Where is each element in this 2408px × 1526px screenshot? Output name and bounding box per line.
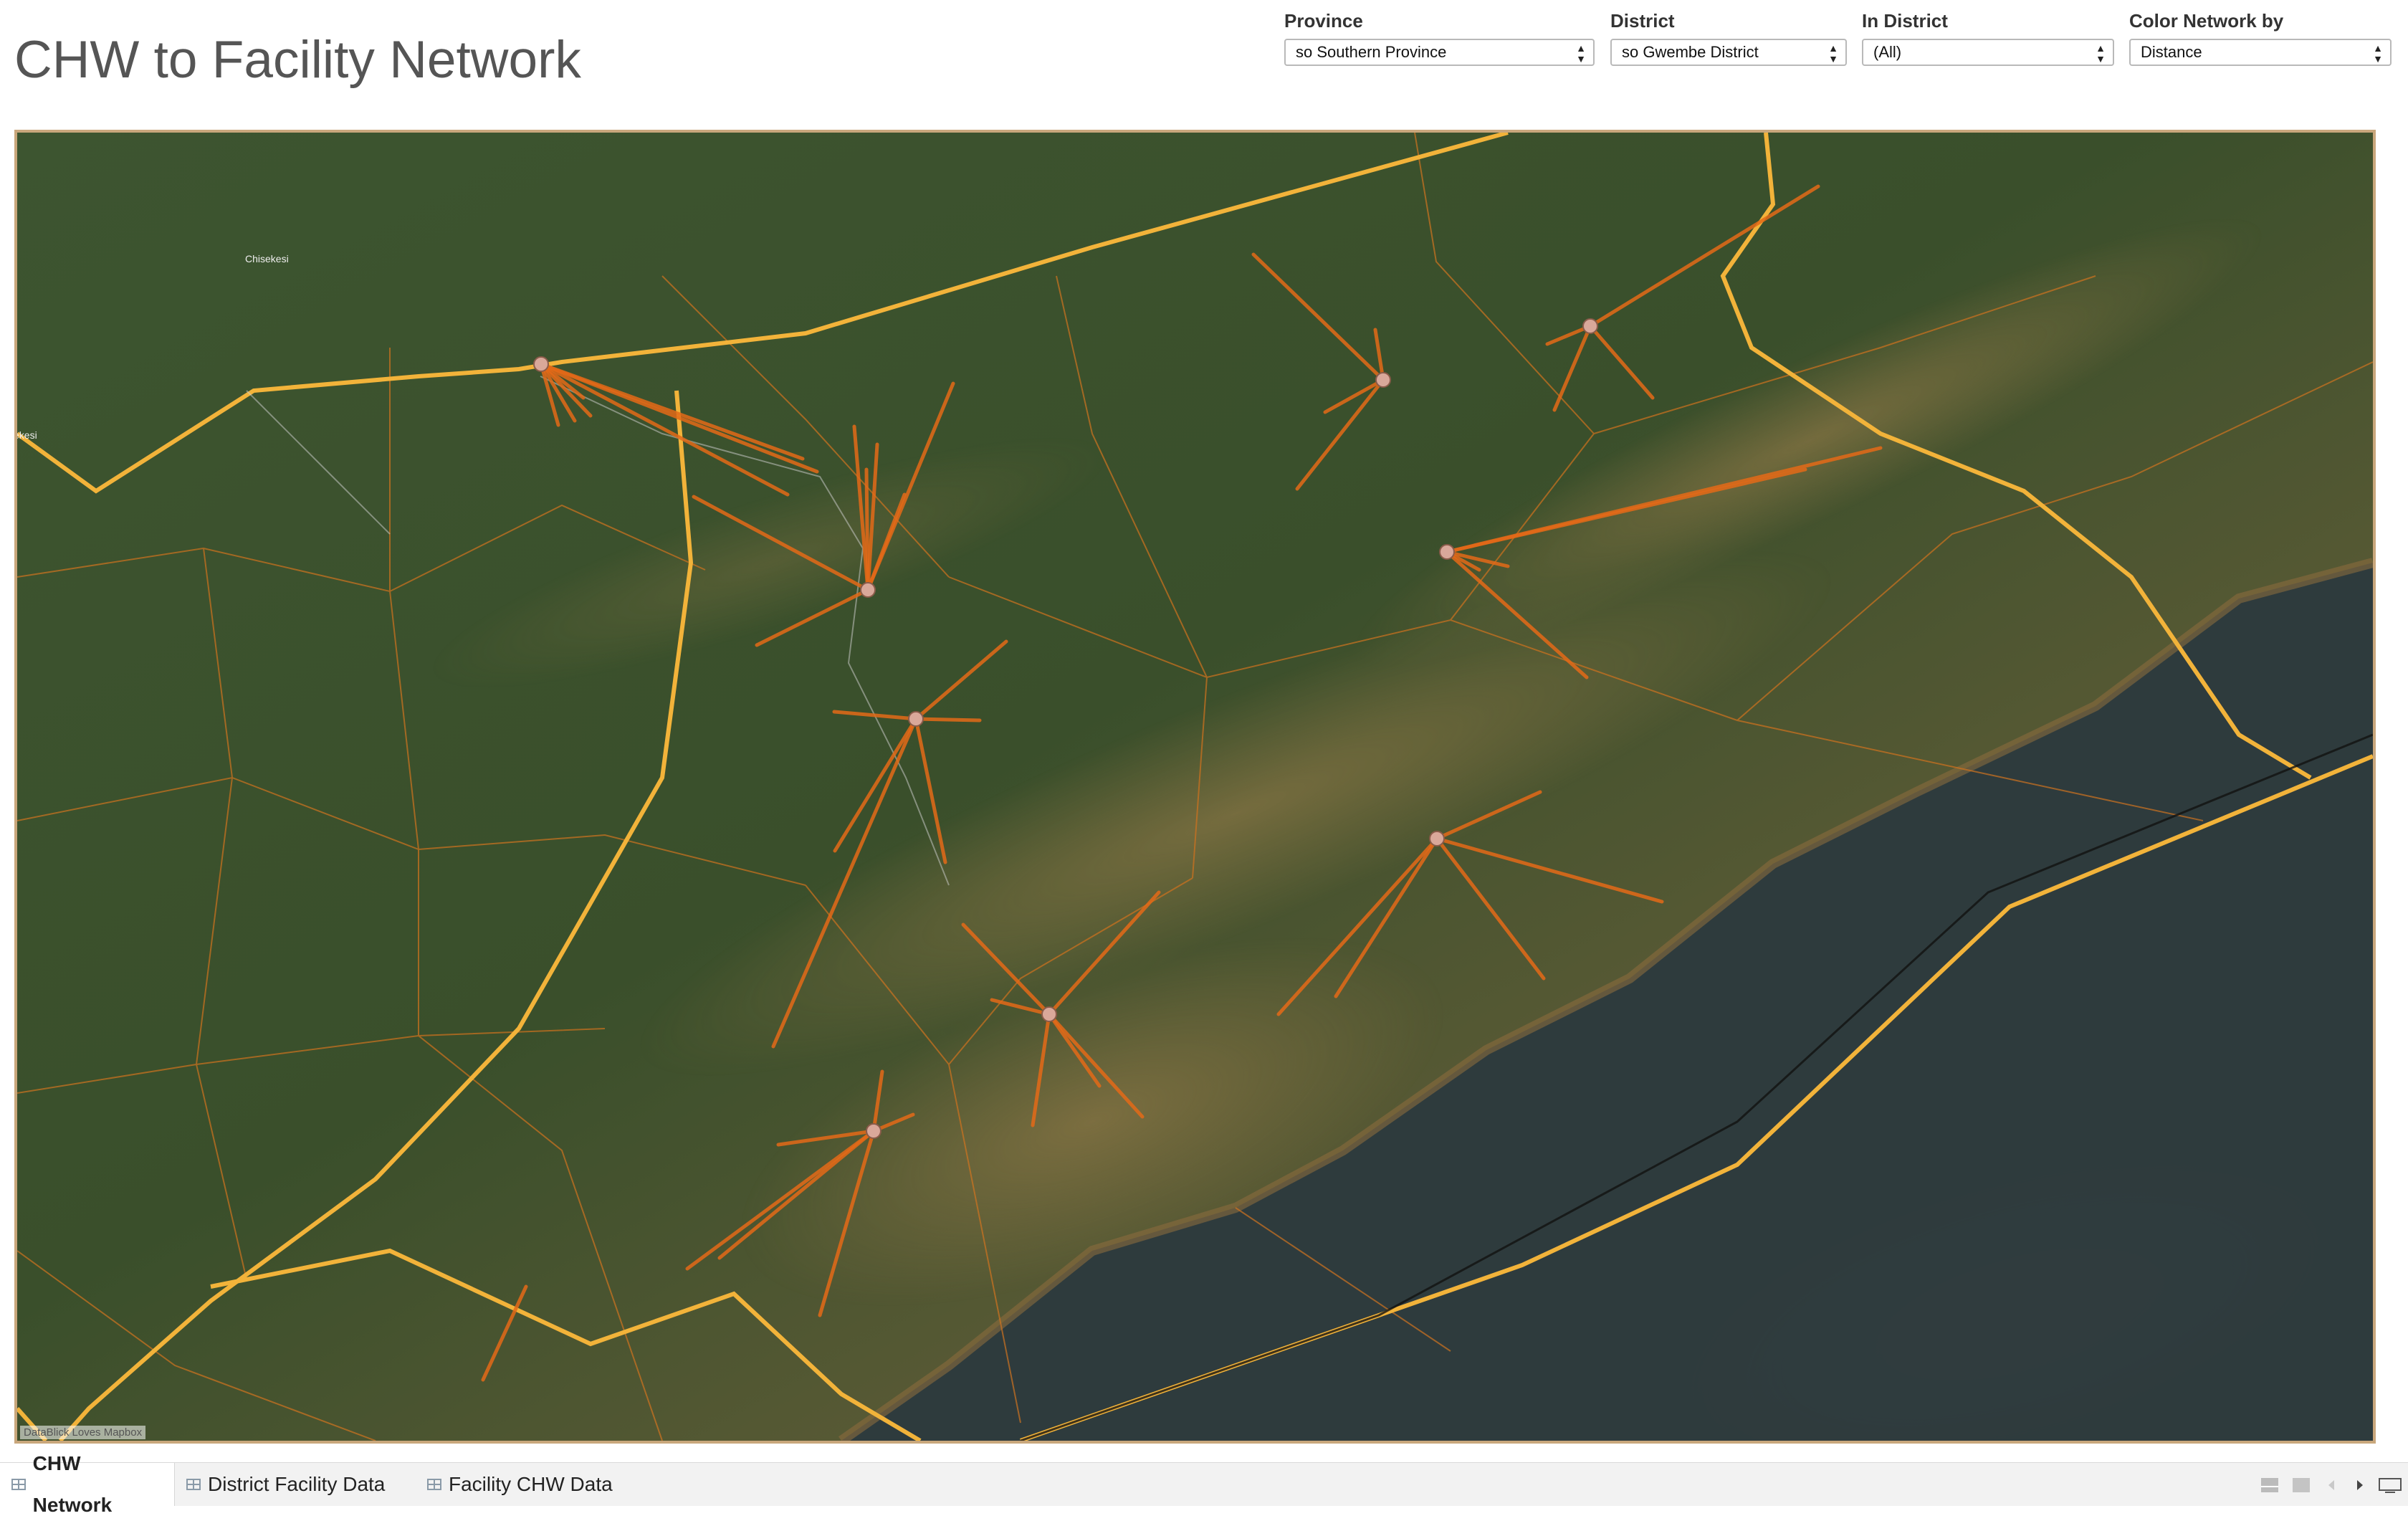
in-district-select[interactable]: (All) ▲ ▼ [1862, 39, 2114, 66]
province-select-value: so Southern Province [1296, 43, 1447, 61]
sheet-icon [427, 1479, 441, 1490]
facility-node[interactable] [533, 356, 549, 372]
chw-link-line[interactable] [914, 717, 982, 723]
district-select-value: so Gwembe District [1622, 43, 1759, 61]
chevron-updown-icon: ▲ ▼ [2373, 42, 2383, 65]
province-select[interactable]: so Southern Province ▲ ▼ [1284, 39, 1595, 66]
facility-node[interactable] [1041, 1006, 1057, 1022]
map-canvas[interactable]: Chisekesi ekesi [17, 133, 2373, 1441]
tab-facility-chw-data-label: Facility CHW Data [449, 1473, 613, 1495]
filter-in-district: In District (All) ▲ ▼ [1862, 9, 2114, 66]
tab-chw-network[interactable]: CHW Network [0, 1452, 175, 1516]
filter-province: Province so Southern Province ▲ ▼ [1284, 9, 1595, 66]
filter-district: District so Gwembe District ▲ ▼ [1610, 9, 1847, 66]
facility-node[interactable] [1582, 318, 1598, 334]
map-attribution[interactable]: DataBlick Loves Mapbox [20, 1426, 146, 1439]
facility-node[interactable] [1375, 372, 1391, 388]
prev-icon[interactable] [2322, 1477, 2341, 1493]
chevron-updown-icon: ▲ ▼ [1828, 42, 1838, 65]
network-map[interactable]: Chisekesi ekesi DataBlick Loves Mapbox [14, 130, 2376, 1444]
in-district-select-value: (All) [1873, 43, 1902, 61]
next-icon[interactable] [2351, 1477, 2369, 1493]
sheet-icon [186, 1479, 201, 1490]
page-title: CHW to Facility Network [14, 31, 581, 89]
filter-color-network-label: Color Network by [2129, 10, 2284, 32]
present-icon[interactable] [2378, 1477, 2402, 1493]
sheet-icon [11, 1479, 26, 1490]
place-label-chisekesi: Chisekesi [245, 253, 289, 264]
tab-chw-network-label: CHW Network [32, 1452, 113, 1516]
tab-district-facility-data[interactable]: District Facility Data [175, 1463, 416, 1506]
facility-node[interactable] [908, 711, 924, 727]
filter-province-label: Province [1284, 10, 1363, 32]
layout-icon[interactable] [2260, 1477, 2279, 1493]
facility-node[interactable] [1429, 831, 1445, 847]
tab-district-facility-data-label: District Facility Data [208, 1473, 386, 1495]
fit-icon[interactable] [2292, 1477, 2311, 1493]
filter-color-network: Color Network by Distance ▲ ▼ [2129, 9, 2392, 66]
color-network-select[interactable]: Distance ▲ ▼ [2129, 39, 2392, 66]
facility-node[interactable] [860, 582, 876, 598]
chevron-updown-icon: ▲ ▼ [2096, 42, 2106, 65]
facility-node[interactable] [866, 1123, 882, 1139]
sheet-tab-bar: CHW Network District Facility Data Facil… [0, 1452, 2408, 1516]
filter-district-label: District [1610, 10, 1675, 32]
district-select[interactable]: so Gwembe District ▲ ▼ [1610, 39, 1847, 66]
filter-in-district-label: In District [1862, 10, 1948, 32]
color-network-select-value: Distance [2141, 43, 2202, 61]
chevron-updown-icon: ▲ ▼ [1576, 42, 1586, 65]
facility-node[interactable] [1439, 544, 1455, 560]
tab-facility-chw-data[interactable]: Facility CHW Data [416, 1463, 631, 1506]
place-label-ekesi: ekesi [17, 429, 37, 441]
